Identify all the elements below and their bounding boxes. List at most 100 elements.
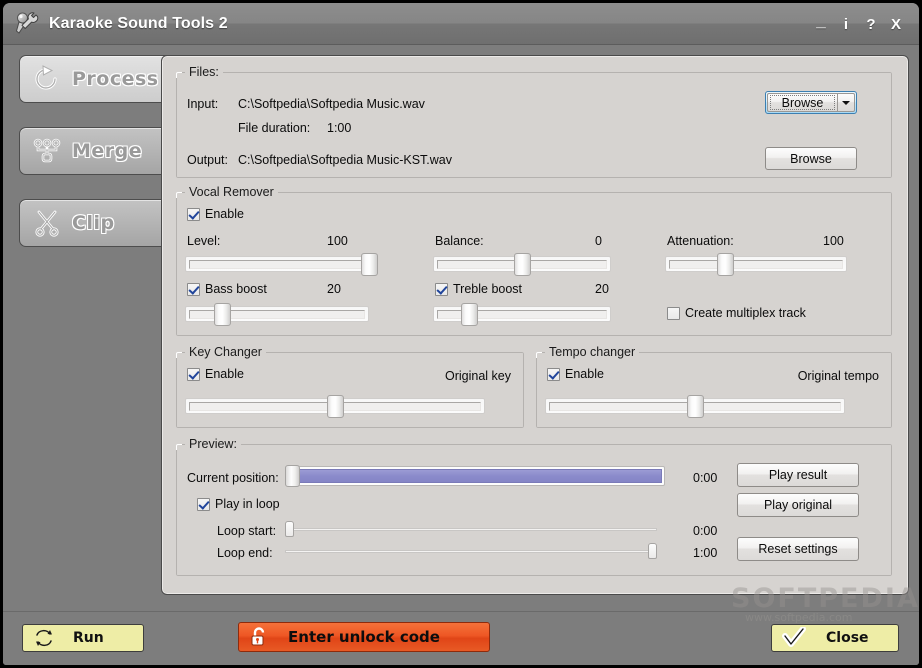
tempo-changer-title: Tempo changer (545, 345, 639, 359)
loop-track (285, 528, 657, 531)
key-changer-slider[interactable] (185, 395, 485, 417)
current-position-slider[interactable] (285, 466, 665, 486)
current-position-time: 0:00 (693, 471, 717, 485)
sidebar-item-label: Merge (72, 140, 142, 162)
sidebar: Process (3, 45, 173, 611)
loop-thumb[interactable] (648, 543, 657, 559)
level-value: 100 (327, 234, 348, 248)
run-button[interactable]: Run (22, 624, 144, 652)
reset-settings-label: Reset settings (758, 542, 837, 556)
treble-boost-label: Treble boost (453, 282, 522, 296)
vocal-remover-enable-checkbox[interactable]: Enable (187, 207, 244, 221)
close-footer-button[interactable]: Close (771, 624, 899, 652)
window-controls: _ i ? X (810, 3, 907, 45)
sidebar-item-process[interactable]: Process (19, 55, 173, 103)
loop-start-slider[interactable] (285, 521, 657, 537)
title-bar: Karaoke Sound Tools 2 _ i ? X (3, 3, 919, 45)
close-footer-label: Close (826, 630, 869, 646)
slider-thumb[interactable] (717, 253, 734, 276)
preview-group: Preview: Current position: 0:00 Play in … (176, 444, 892, 576)
main-panel: Files: Input: C:\Softpedia\Softpedia Mus… (161, 55, 909, 595)
key-changer-status: Original key (445, 369, 511, 383)
play-original-button[interactable]: Play original (737, 493, 859, 517)
balance-value: 0 (595, 234, 602, 248)
browse-input-dropdown[interactable] (837, 93, 855, 112)
input-label: Input: (187, 97, 218, 111)
slider-thumb[interactable] (327, 395, 344, 418)
play-in-loop-checkbox[interactable]: Play in loop (197, 497, 280, 511)
checkmark-icon (782, 627, 806, 649)
checkbox-box (187, 283, 200, 296)
balance-label: Balance: (435, 234, 484, 248)
slider-thumb[interactable] (514, 253, 531, 276)
slider-thumb[interactable] (687, 395, 704, 418)
play-result-label: Play result (769, 468, 827, 482)
vocal-remover-title: Vocal Remover (185, 185, 278, 199)
chevron-down-icon (842, 101, 850, 105)
vocal-remover-enable-label: Enable (205, 207, 244, 221)
loop-start-time: 0:00 (693, 524, 717, 538)
close-button[interactable]: X (885, 11, 907, 37)
play-original-label: Play original (764, 498, 832, 512)
input-path: C:\Softpedia\Softpedia Music.wav (238, 97, 425, 111)
scissors-icon (32, 209, 62, 237)
footer-bar: Run Enter unlock code Close (3, 611, 919, 665)
treble-boost-slider[interactable] (433, 303, 611, 325)
treble-boost-value: 20 (595, 282, 609, 296)
browse-input-button[interactable]: Browse (765, 91, 857, 114)
browse-output-button[interactable]: Browse (765, 147, 857, 170)
browse-output-label: Browse (790, 152, 832, 166)
reset-settings-button[interactable]: Reset settings (737, 537, 859, 561)
slider-thumb[interactable] (214, 303, 231, 326)
browse-input-label: Browse (767, 93, 837, 112)
attenuation-slider[interactable] (665, 253, 847, 275)
slider-groove (189, 260, 365, 269)
checkbox-box (187, 208, 200, 221)
info-button[interactable]: i (835, 11, 857, 37)
enter-unlock-code-label: Enter unlock code (288, 628, 440, 646)
merge-nodes-icon (32, 137, 62, 165)
slider-groove (669, 260, 843, 269)
files-group: Files: Input: C:\Softpedia\Softpedia Mus… (176, 72, 892, 178)
help-button[interactable]: ? (860, 11, 882, 37)
play-result-button[interactable]: Play result (737, 463, 859, 487)
checkbox-box (667, 307, 680, 320)
sidebar-item-merge[interactable]: Merge (19, 127, 173, 175)
level-slider[interactable] (185, 253, 369, 275)
loop-end-label: Loop end: (217, 546, 273, 560)
position-thumb[interactable] (285, 465, 300, 487)
run-label: Run (73, 630, 104, 646)
bass-boost-label: Bass boost (205, 282, 267, 296)
slider-thumb[interactable] (361, 253, 378, 276)
balance-slider[interactable] (433, 253, 611, 275)
loop-track (285, 550, 657, 553)
minimize-button[interactable]: _ (810, 11, 832, 37)
treble-boost-checkbox[interactable]: Treble boost (435, 282, 522, 296)
create-multiplex-track-checkbox[interactable]: Create multiplex track (667, 306, 806, 320)
key-changer-enable-label: Enable (205, 367, 244, 381)
loop-thumb[interactable] (285, 521, 294, 537)
preview-title: Preview: (185, 437, 241, 451)
checkbox-box (435, 283, 448, 296)
loop-end-time: 1:00 (693, 546, 717, 560)
bass-boost-checkbox[interactable]: Bass boost (187, 282, 267, 296)
create-multiplex-track-label: Create multiplex track (685, 306, 806, 320)
key-changer-enable-checkbox[interactable]: Enable (187, 367, 244, 381)
output-label: Output: (187, 153, 228, 167)
enter-unlock-code-button[interactable]: Enter unlock code (238, 622, 490, 652)
bass-boost-value: 20 (327, 282, 341, 296)
bass-boost-slider[interactable] (185, 303, 369, 325)
tempo-changer-status: Original tempo (798, 369, 879, 383)
tempo-changer-slider[interactable] (545, 395, 845, 417)
checkbox-box (197, 498, 210, 511)
sidebar-item-clip[interactable]: Clip (19, 199, 173, 247)
application-window: Karaoke Sound Tools 2 _ i ? X Process (3, 3, 919, 665)
loop-end-slider[interactable] (285, 543, 657, 559)
tempo-changer-enable-checkbox[interactable]: Enable (547, 367, 604, 381)
process-arrow-icon (32, 65, 62, 93)
attenuation-label: Attenuation: (667, 234, 734, 248)
current-position-label: Current position: (187, 471, 279, 485)
padlock-open-icon (247, 625, 271, 649)
sidebar-item-label: Process (72, 68, 159, 90)
slider-thumb[interactable] (461, 303, 478, 326)
